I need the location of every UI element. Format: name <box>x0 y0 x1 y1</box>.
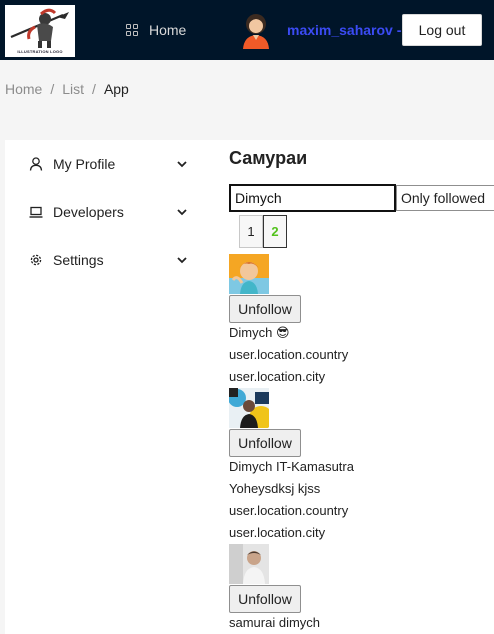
breadcrumb-list[interactable]: List <box>62 81 84 97</box>
user-country: user.location.country <box>229 503 349 518</box>
sidebar-item-label: Developers <box>53 204 124 220</box>
user-avatar[interactable] <box>229 388 269 428</box>
logout-button[interactable]: Log out <box>402 14 482 46</box>
top-header: ILLUSTRATION LOGO Home maxim_saharov - L… <box>0 0 494 60</box>
knight-logo-icon <box>10 8 69 48</box>
user-status: Yoheysdksj kjss <box>229 481 321 496</box>
username[interactable]: maxim_saharov - <box>287 22 401 38</box>
sidebar: My Profile Developers Settings <box>5 140 205 634</box>
pagination-page-2[interactable]: 2 <box>263 215 287 248</box>
unfollow-button[interactable]: Unfollow <box>229 429 301 457</box>
user-name: Dimych 😎 <box>229 325 290 340</box>
search-input[interactable] <box>229 184 396 212</box>
logo[interactable]: ILLUSTRATION LOGO <box>5 5 75 57</box>
user-name: Dimych IT-Kamasutra <box>229 459 354 474</box>
sidebar-item-label: My Profile <box>53 156 116 172</box>
appstore-icon <box>126 24 138 36</box>
laptop-icon <box>29 206 43 218</box>
breadcrumb-home[interactable]: Home <box>5 81 42 97</box>
filter-select[interactable]: Only followed <box>396 185 494 211</box>
pagination-page-1[interactable]: 1 <box>239 215 263 248</box>
nav-home-label: Home <box>149 22 187 38</box>
nav-home[interactable]: Home <box>126 20 186 40</box>
user-avatar[interactable] <box>240 13 272 49</box>
unfollow-button[interactable]: Unfollow <box>229 585 301 613</box>
user-avatar[interactable] <box>229 544 269 584</box>
sidebar-item-my-profile[interactable]: My Profile <box>5 144 205 184</box>
breadcrumb-app: App <box>103 81 129 97</box>
gear-icon <box>30 254 42 266</box>
main-content: Самураи Only followed 1 2 Unfollow Dimyc… <box>205 140 494 634</box>
sidebar-item-developers[interactable]: Developers <box>5 192 205 232</box>
breadcrumb: Home / List / App <box>5 81 129 97</box>
breadcrumb-separator: / <box>50 81 55 97</box>
user-city: user.location.city <box>229 525 326 540</box>
user-avatar[interactable] <box>229 254 269 294</box>
user-country: user.location.country <box>229 347 349 362</box>
chevron-down-icon <box>177 257 187 264</box>
user-city: user.location.city <box>229 369 326 384</box>
sidebar-item-label: Settings <box>53 252 104 268</box>
sidebar-item-settings[interactable]: Settings <box>5 240 205 280</box>
breadcrumb-separator: / <box>92 81 96 97</box>
logo-text: ILLUSTRATION LOGO <box>17 49 63 54</box>
chevron-down-icon <box>177 161 187 168</box>
unfollow-button[interactable]: Unfollow <box>229 295 301 323</box>
page-title: Самураи <box>229 148 308 168</box>
chevron-down-icon <box>177 209 187 216</box>
user-name: samurai dimych <box>229 615 321 630</box>
user-icon <box>29 157 43 171</box>
